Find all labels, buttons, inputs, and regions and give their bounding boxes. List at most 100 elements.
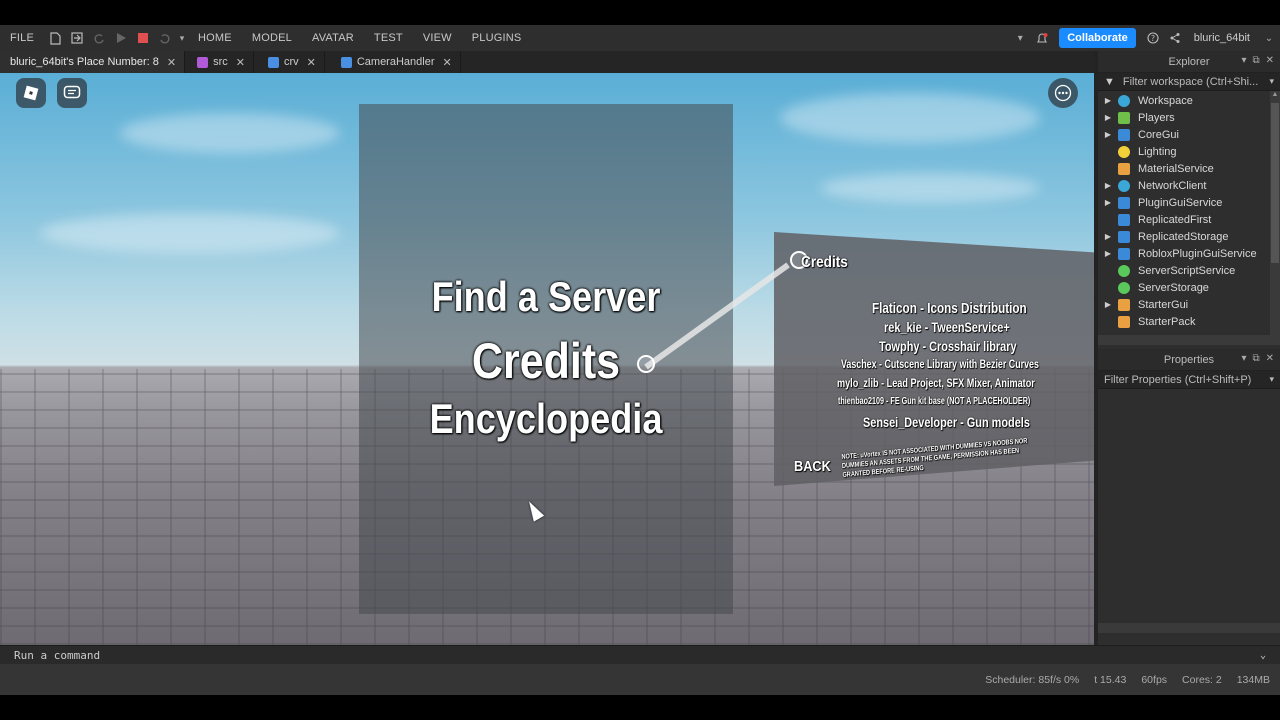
tree-item-lighting[interactable]: Lighting bbox=[1098, 143, 1280, 160]
tree-item-label: Lighting bbox=[1138, 145, 1177, 158]
tree-item-networkclient[interactable]: ▶ NetworkClient bbox=[1098, 177, 1280, 194]
expand-arrow-icon[interactable]: ▶ bbox=[1098, 300, 1118, 309]
chevron-down-icon[interactable]: ▾ bbox=[1269, 76, 1274, 87]
module-script-icon bbox=[340, 56, 352, 68]
tree-item-replicatedstorage[interactable]: ▶ ReplicatedStorage bbox=[1098, 228, 1280, 245]
command-bar[interactable]: Run a command ⌄ bbox=[0, 645, 1280, 664]
menu-model[interactable]: MODEL bbox=[242, 32, 302, 44]
username-label[interactable]: bluric_64bit bbox=[1194, 32, 1250, 44]
svg-text:?: ? bbox=[1151, 34, 1155, 43]
close-icon[interactable]: ✕ bbox=[1266, 55, 1274, 66]
tree-item-startergui[interactable]: ▶ StarterGui bbox=[1098, 296, 1280, 313]
menu-test[interactable]: TEST bbox=[364, 32, 413, 44]
tree-item-players[interactable]: ▶ Players bbox=[1098, 109, 1280, 126]
explorer-tree: ▶ Workspace ▶ Players ▶ CoreGui Lighting Ma… bbox=[1098, 91, 1280, 345]
tree-item-serverscriptservice[interactable]: ServerScriptService bbox=[1098, 262, 1280, 279]
tree-item-robloxpluginguiservice[interactable]: ▶ RobloxPluginGuiService bbox=[1098, 245, 1280, 262]
scroll-up-icon[interactable]: ▲ bbox=[1270, 91, 1280, 101]
find-server-option[interactable]: Find a Server bbox=[385, 273, 707, 321]
explorer-filter[interactable]: ▼ Filter workspace (Ctrl+Shi... ▾ bbox=[1098, 73, 1280, 91]
help-icon[interactable]: ? bbox=[1142, 25, 1164, 51]
expand-ribbon-icon[interactable]: ▾ bbox=[1009, 25, 1031, 51]
properties-filter[interactable]: Filter Properties (Ctrl+Shift+P) ▾ bbox=[1098, 371, 1280, 389]
play-icon[interactable] bbox=[110, 25, 132, 51]
publish-icon[interactable] bbox=[66, 25, 88, 51]
lightbulb-icon bbox=[1118, 145, 1130, 158]
game-viewport[interactable]: Find a Server Credits Encyclopedia Credi… bbox=[0, 73, 1094, 645]
close-icon[interactable]: ✕ bbox=[1266, 353, 1274, 364]
expand-arrow-icon[interactable]: ▶ bbox=[1098, 130, 1118, 139]
menu-home[interactable]: HOME bbox=[188, 32, 242, 44]
back-button[interactable]: BACK bbox=[794, 458, 831, 475]
roblox-menu-button[interactable] bbox=[16, 78, 46, 108]
explorer-filter-input[interactable]: Filter workspace (Ctrl+Shi... bbox=[1123, 76, 1258, 88]
tree-item-label: Workspace bbox=[1138, 94, 1193, 107]
encyclopedia-option[interactable]: Encyclopedia bbox=[385, 395, 707, 443]
scroll-thumb[interactable] bbox=[1271, 103, 1279, 263]
sky-cloud bbox=[780, 93, 1040, 143]
filter-icon: ▼ bbox=[1104, 75, 1115, 88]
plugin-gui-service-icon bbox=[1118, 196, 1130, 209]
menu-avatar[interactable]: AVATAR bbox=[302, 32, 364, 44]
expand-arrow-icon[interactable]: ▶ bbox=[1098, 249, 1118, 258]
tree-item-replicatedfirst[interactable]: ReplicatedFirst bbox=[1098, 211, 1280, 228]
tab-place[interactable]: bluric_64bit's Place Number: 8 ✕ bbox=[0, 51, 186, 73]
tree-item-pluginguiservice[interactable]: ▶ PluginGuiService bbox=[1098, 194, 1280, 211]
menu-view[interactable]: VIEW bbox=[413, 32, 462, 44]
tree-item-label: ReplicatedFirst bbox=[1138, 213, 1212, 226]
new-file-icon[interactable] bbox=[44, 25, 66, 51]
dropdown-icon[interactable]: ▾ bbox=[1241, 353, 1246, 364]
redo-icon[interactable] bbox=[88, 25, 110, 51]
chat-button[interactable] bbox=[57, 78, 87, 108]
expand-arrow-icon[interactable]: ▶ bbox=[1098, 96, 1118, 105]
share-icon[interactable] bbox=[1164, 25, 1186, 51]
properties-filter-input[interactable]: Filter Properties (Ctrl+Shift+P) bbox=[1104, 374, 1251, 386]
more-options-button[interactable] bbox=[1048, 78, 1078, 108]
starter-gui-icon bbox=[1118, 298, 1130, 311]
dropdown-icon[interactable]: ▾ bbox=[1241, 55, 1246, 66]
close-icon[interactable]: ✕ bbox=[236, 56, 245, 69]
tree-item-starterpack[interactable]: StarterPack bbox=[1098, 313, 1280, 330]
tab-label: CameraHandler bbox=[356, 56, 435, 68]
tree-item-label: MaterialService bbox=[1138, 162, 1214, 175]
chevron-down-icon[interactable]: ▾ bbox=[1269, 374, 1274, 385]
chevron-down-icon[interactable]: ▾ bbox=[176, 25, 188, 51]
user-menu-chevron-icon[interactable]: ⌄ bbox=[1258, 25, 1280, 51]
close-icon[interactable]: ✕ bbox=[167, 56, 176, 69]
undock-icon[interactable]: ⧉ bbox=[1252, 353, 1259, 364]
tree-item-label: CoreGui bbox=[1138, 128, 1179, 141]
notification-bell-icon[interactable] bbox=[1031, 25, 1053, 51]
properties-hscrollbar[interactable] bbox=[1098, 623, 1280, 633]
credit-line: Vaschex - Cutscene Library with Bezier C… bbox=[841, 357, 1039, 371]
tree-item-workspace[interactable]: ▶ Workspace bbox=[1098, 92, 1280, 109]
undock-icon[interactable]: ⧉ bbox=[1252, 55, 1259, 66]
roblox-plugin-gui-service-icon bbox=[1118, 247, 1130, 260]
tree-item-materialservice[interactable]: MaterialService bbox=[1098, 160, 1280, 177]
collaborate-button[interactable]: Collaborate bbox=[1059, 28, 1136, 48]
tree-item-serverstorage[interactable]: ServerStorage bbox=[1098, 279, 1280, 296]
command-input[interactable]: Run a command bbox=[14, 649, 100, 662]
tab-camera-handler[interactable]: CameraHandler ✕ bbox=[325, 51, 461, 73]
tree-item-coregui[interactable]: ▶ CoreGui bbox=[1098, 126, 1280, 143]
expand-arrow-icon[interactable]: ▶ bbox=[1098, 181, 1118, 190]
properties-header: Properties ▾ ⧉ ✕ bbox=[1098, 349, 1280, 371]
expand-arrow-icon[interactable]: ▶ bbox=[1098, 113, 1118, 122]
stop-icon[interactable] bbox=[132, 25, 154, 51]
expand-arrow-icon[interactable]: ▶ bbox=[1098, 232, 1118, 241]
properties-title: Properties bbox=[1163, 353, 1215, 366]
tree-item-label: ReplicatedStorage bbox=[1138, 230, 1229, 243]
close-icon[interactable]: ✕ bbox=[443, 56, 452, 69]
chevron-down-icon[interactable]: ⌄ bbox=[1260, 650, 1266, 661]
tree-item-label: StarterPack bbox=[1138, 315, 1196, 328]
file-menu[interactable]: FILE bbox=[0, 32, 44, 44]
tree-item-label: PluginGuiService bbox=[1138, 196, 1223, 209]
tab-src[interactable]: src ✕ bbox=[185, 51, 254, 73]
close-icon[interactable]: ✕ bbox=[307, 56, 316, 69]
explorer-scrollbar[interactable]: ▲ bbox=[1270, 91, 1280, 345]
undo-icon[interactable] bbox=[154, 25, 176, 51]
expand-arrow-icon[interactable]: ▶ bbox=[1098, 198, 1118, 207]
tab-crv[interactable]: crv ✕ bbox=[254, 51, 325, 73]
menu-plugins[interactable]: PLUGINS bbox=[462, 32, 532, 44]
explorer-header: Explorer ▾ ⧉ ✕ bbox=[1098, 51, 1280, 73]
explorer-hscrollbar[interactable] bbox=[1098, 335, 1274, 345]
